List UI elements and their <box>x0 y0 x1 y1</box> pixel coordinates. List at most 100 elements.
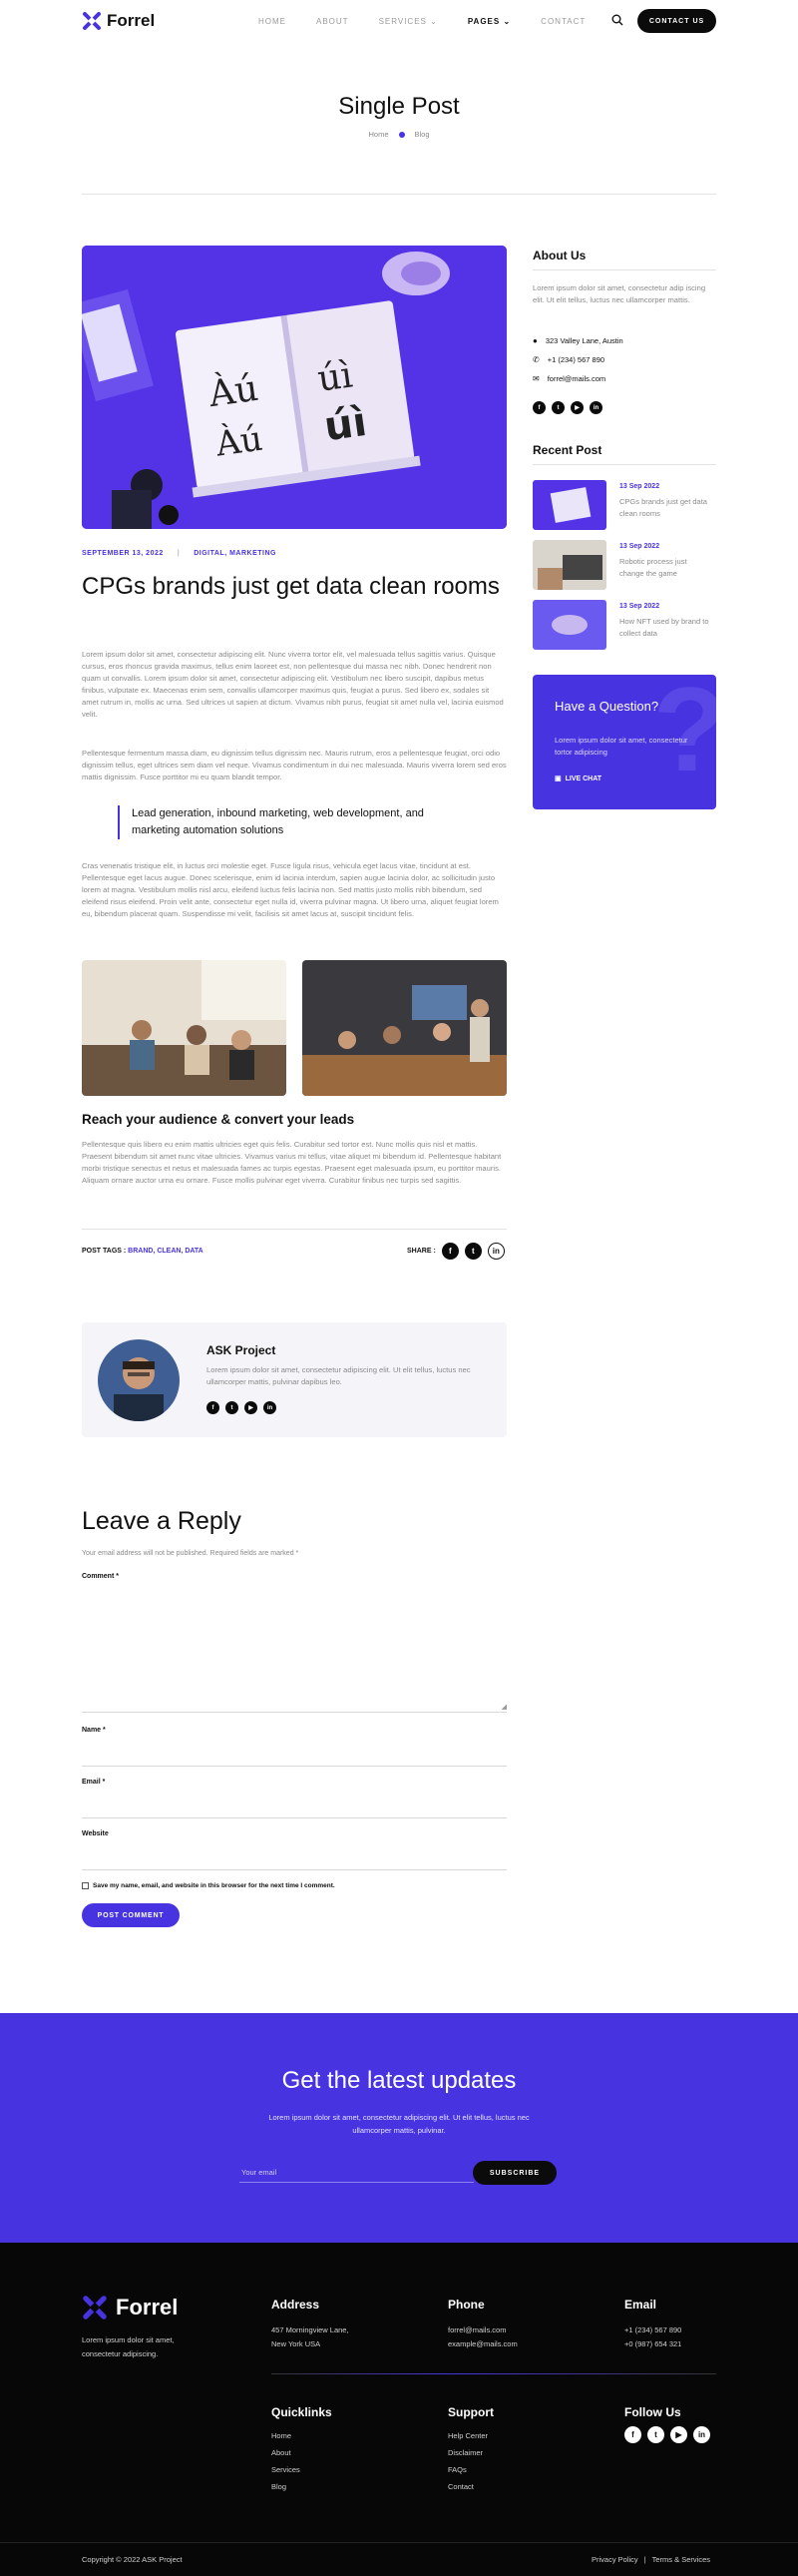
post-paragraph-4: Pellentesque quis libero eu enim mattis … <box>82 1140 502 1185</box>
save-info-checkbox[interactable] <box>82 1882 89 1889</box>
facebook-icon[interactable]: f <box>206 1401 219 1414</box>
footer-phone-line-2[interactable]: example@mails.com <box>448 2337 518 2351</box>
twitter-icon[interactable]: t <box>647 2426 664 2443</box>
chevron-down-icon: ⌄ <box>430 17 438 26</box>
footer-address-title: Address <box>271 2298 320 2312</box>
footer-logo[interactable]: Forrel <box>82 2295 178 2320</box>
sidebar-phone[interactable]: +1 (234) 567 890 <box>548 355 604 364</box>
sidebar-recent-title: Recent Post <box>533 443 602 457</box>
footer-link-faqs[interactable]: FAQs <box>448 2463 467 2477</box>
question-card: ? Have a Question? Lorem ipsum dolor sit… <box>533 675 716 809</box>
linkedin-icon[interactable]: in <box>487 1243 505 1260</box>
search-icon[interactable] <box>611 14 623 26</box>
divider <box>82 1229 507 1230</box>
author-name: ASK Project <box>206 1343 276 1357</box>
newsletter-text: Lorem ipsum dolor sit amet, consectetur … <box>268 2113 530 2135</box>
tags-list[interactable]: BRAND, CLEAN, DATA <box>128 1248 203 1255</box>
linkedin-icon[interactable]: in <box>693 2426 710 2443</box>
newsletter-email-input[interactable]: Your email <box>239 2161 474 2183</box>
footer-link-disclaimer[interactable]: Disclaimer <box>448 2446 483 2460</box>
footer-quicklinks-title: Quicklinks <box>271 2405 332 2419</box>
legal-separator: | <box>643 2555 646 2564</box>
svg-text:Àú: Àú <box>212 418 265 465</box>
subscribe-button[interactable]: SUBSCRIBE <box>473 2161 557 2185</box>
linkedin-icon[interactable]: in <box>263 1401 276 1414</box>
footer-link-help-center[interactable]: Help Center <box>448 2429 488 2443</box>
save-info-row: Save my name, email, and website in this… <box>82 1882 335 1889</box>
recent-post-1[interactable]: 13 Sep 2022 CPGs brands just get data cl… <box>533 480 716 530</box>
nav-pages[interactable]: PAGES ⌄ <box>468 17 511 26</box>
newsletter-section: Get the latest updates Lorem ipsum dolor… <box>0 2013 798 2243</box>
contact-us-button[interactable]: CONTACT US <box>637 9 716 33</box>
post-categories[interactable]: DIGITAL, MARKETING <box>194 550 276 557</box>
linkedin-icon[interactable]: in <box>590 401 602 414</box>
post-image-meeting-1 <box>82 960 286 1096</box>
quote-text: Lead generation, inbound marketing, web … <box>132 807 424 836</box>
recent-post-date: 13 Sep 2022 <box>619 543 660 550</box>
footer-link-services[interactable]: Services <box>271 2463 300 2477</box>
main-nav: HOME ABOUT SERVICES ⌄ PAGES ⌄ CONTACT <box>258 17 586 26</box>
question-text: Lorem ipsum dolor sit amet, consectetur … <box>555 736 688 757</box>
author-box: ASK Project Lorem ipsum dolor sit amet, … <box>82 1322 507 1437</box>
featured-image: Àú Àú úì úì <box>82 246 507 529</box>
breadcrumb-home[interactable]: Home <box>368 130 388 139</box>
footer-tagline: Lorem ipsum dolor sit amet, consectetur … <box>82 2335 175 2358</box>
recent-post-2[interactable]: 13 Sep 2022 Robotic process just change … <box>533 540 716 590</box>
avatar <box>98 1339 180 1421</box>
footer-social: f t ▶ in <box>624 2426 710 2443</box>
facebook-icon[interactable]: f <box>441 1243 459 1260</box>
post-paragraph-3: Cras venenatis tristique elit, in luctus… <box>82 861 499 918</box>
footer-link-blog[interactable]: Blog <box>271 2480 286 2494</box>
mail-icon: ✉ <box>533 374 540 383</box>
privacy-policy-link[interactable]: Privacy Policy <box>592 2555 638 2564</box>
map-pin-icon: ● <box>533 336 538 345</box>
copyright: Copyright © 2022 ASK Project <box>82 2555 183 2564</box>
logo[interactable]: Forrel <box>82 11 155 31</box>
youtube-icon[interactable]: ▶ <box>244 1401 257 1414</box>
sidebar-email[interactable]: forrel@mails.com <box>548 374 605 383</box>
divider <box>533 464 716 465</box>
post-paragraph-2: Pellentesque fermentum massa diam, eu di… <box>82 749 507 781</box>
youtube-icon[interactable]: ▶ <box>571 401 584 414</box>
footer-email-line-2[interactable]: +0 (987) 654 321 <box>624 2337 681 2351</box>
name-input[interactable] <box>82 1766 507 1767</box>
sidebar-phone-row: ✆ +1 (234) 567 890 <box>533 355 604 364</box>
twitter-icon[interactable]: t <box>225 1401 238 1414</box>
save-info-label: Save my name, email, and website in this… <box>93 1882 335 1889</box>
footer-link-home[interactable]: Home <box>271 2429 291 2443</box>
footer-email-line-1[interactable]: +1 (234) 567 890 <box>624 2323 681 2337</box>
email-label: Email * <box>82 1779 106 1786</box>
twitter-icon[interactable]: t <box>552 401 565 414</box>
footer-link-about[interactable]: About <box>271 2446 291 2460</box>
nav-home[interactable]: HOME <box>258 17 286 26</box>
website-label: Website <box>82 1830 109 1837</box>
youtube-icon[interactable]: ▶ <box>670 2426 687 2443</box>
footer-logo-text: Forrel <box>116 2295 179 2319</box>
facebook-icon[interactable]: f <box>624 2426 641 2443</box>
recent-post-3[interactable]: 13 Sep 2022 How NFT used by brand to col… <box>533 600 716 650</box>
author-bio: Lorem ipsum dolor sit amet, consectetur … <box>206 1365 471 1386</box>
logo-mark-icon <box>83 2296 107 2319</box>
chat-icon: ▣ <box>555 775 562 782</box>
terms-link[interactable]: Terms & Services <box>652 2555 710 2564</box>
footer-address-line-1: 457 Morningview Lane, <box>271 2325 349 2334</box>
nav-about[interactable]: ABOUT <box>316 17 349 26</box>
website-input[interactable] <box>82 1869 507 1870</box>
nav-contact[interactable]: CONTACT <box>541 17 586 26</box>
twitter-icon[interactable]: t <box>464 1243 482 1260</box>
recent-post-thumb <box>533 480 606 530</box>
svg-text:Àú: Àú <box>205 367 261 416</box>
resize-handle-icon[interactable]: ◢ <box>502 1703 507 1711</box>
post-comment-button[interactable]: POST COMMENT <box>82 1903 180 1927</box>
tags-label: POST TAGS : <box>82 1248 127 1255</box>
share-bar: SHARE : f t in <box>407 1243 505 1260</box>
comment-textarea[interactable]: ◢ <box>82 1587 507 1713</box>
divider <box>533 269 716 270</box>
footer-link-contact[interactable]: Contact <box>448 2480 474 2494</box>
nav-services[interactable]: SERVICES ⌄ <box>379 17 438 26</box>
facebook-icon[interactable]: f <box>533 401 546 414</box>
post-title: CPGs brands just get data clean rooms <box>82 573 500 600</box>
email-input[interactable] <box>82 1817 507 1818</box>
live-chat-link[interactable]: ▣ LIVE CHAT <box>555 774 601 783</box>
footer-phone-line-1[interactable]: forrel@mails.com <box>448 2323 506 2337</box>
